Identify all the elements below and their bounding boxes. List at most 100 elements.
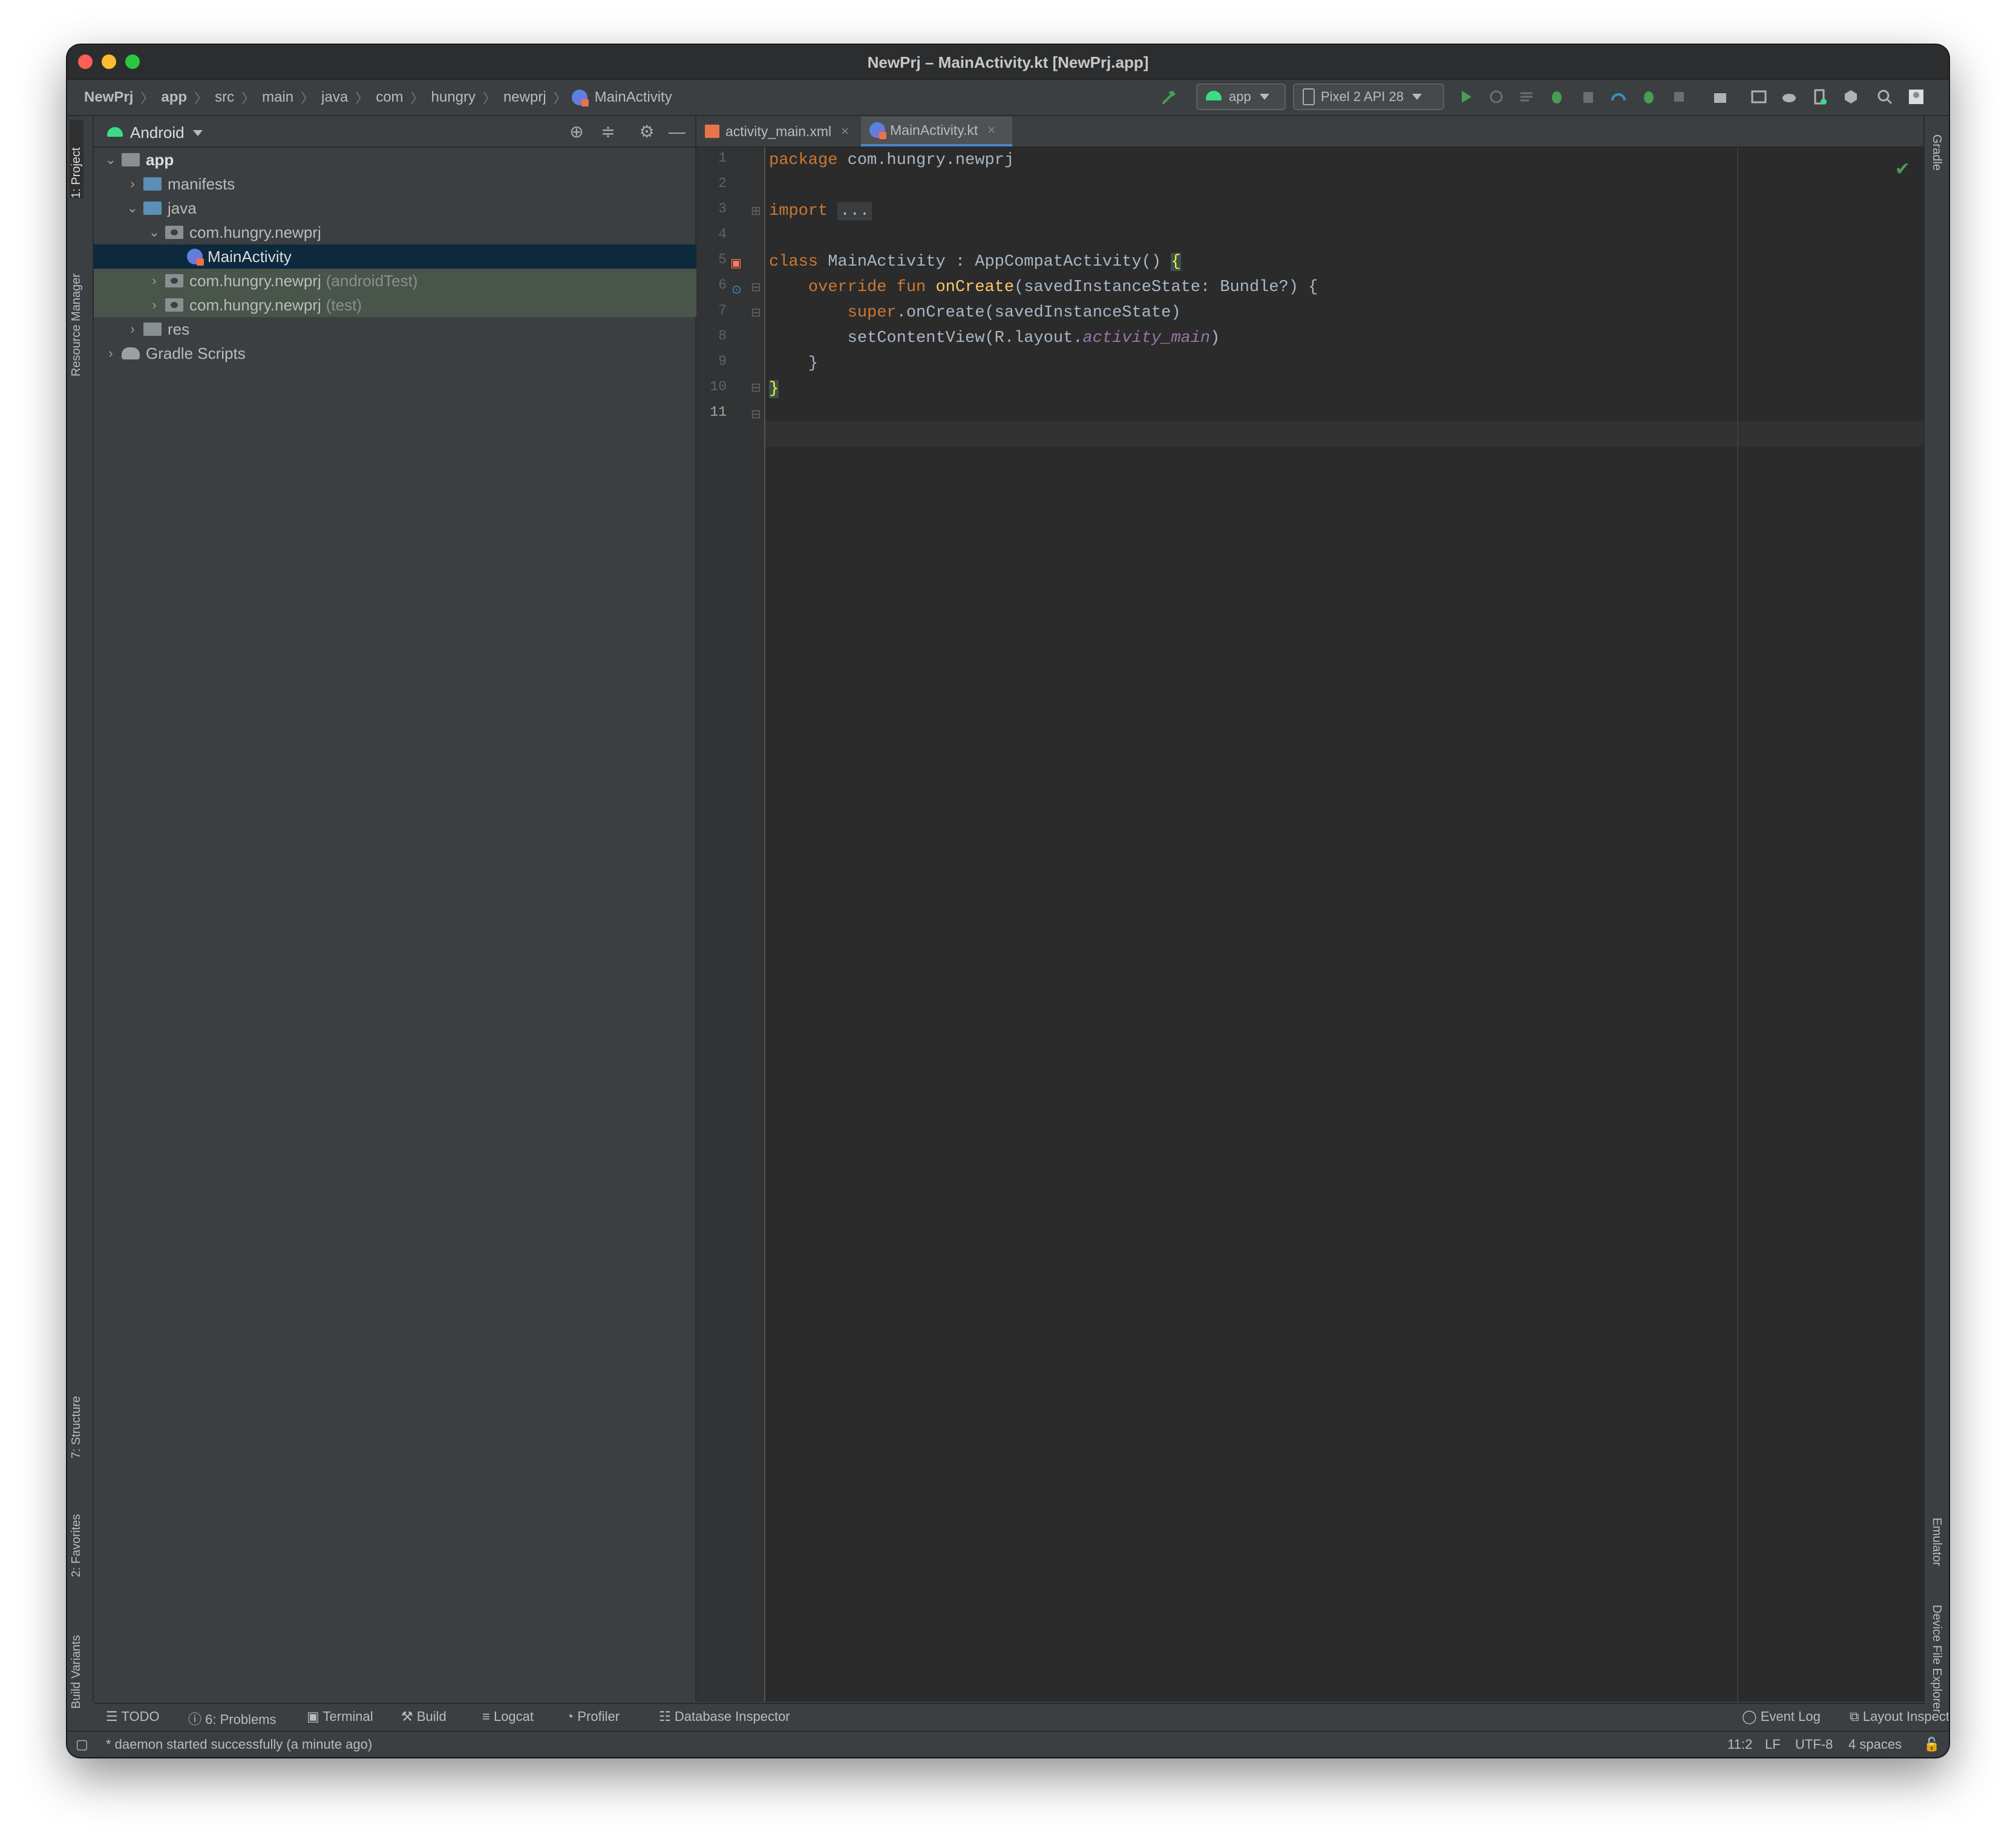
- tree-node-app[interactable]: ⌄ app: [94, 148, 705, 172]
- line-separator[interactable]: LF: [1765, 1737, 1781, 1752]
- breadcrumb-project[interactable]: NewPrj: [82, 89, 136, 106]
- build-hammer-icon[interactable]: [1161, 88, 1178, 105]
- info-icon: ⓘ: [188, 1712, 206, 1727]
- tab-mainactivity-kt[interactable]: MainActivity.kt ×: [861, 116, 1012, 146]
- chevron-down-icon: [192, 129, 203, 136]
- coverage-icon[interactable]: [1580, 88, 1597, 105]
- override-gutter-icon[interactable]: ⊙: [731, 282, 742, 297]
- fold-icon[interactable]: ⊞: [751, 203, 761, 218]
- left-tool-strip: 1: Project Resource Manager 7: Structure…: [67, 116, 94, 1709]
- tool-tab-project[interactable]: 1: Project: [70, 120, 83, 198]
- project-view-select[interactable]: Android: [107, 123, 203, 142]
- breadcrumb-java[interactable]: java: [319, 89, 350, 106]
- tree-node-res[interactable]: › res: [94, 317, 727, 341]
- breadcrumb-mainactivity[interactable]: MainActivity: [592, 89, 675, 106]
- tree-node-manifests[interactable]: › manifests: [94, 172, 727, 196]
- chevron-right-icon[interactable]: ›: [147, 297, 162, 313]
- tool-tab-build[interactable]: ⚒ Build: [401, 1709, 447, 1725]
- line-number: 2: [718, 175, 727, 191]
- apply-code-changes-icon[interactable]: [1518, 88, 1535, 105]
- sdk-manager-icon[interactable]: [1842, 88, 1859, 105]
- debug-icon[interactable]: [1548, 88, 1565, 105]
- breadcrumb-src[interactable]: src: [212, 89, 237, 106]
- close-icon[interactable]: ×: [841, 123, 849, 139]
- device-select[interactable]: Pixel 2 API 28: [1293, 84, 1444, 110]
- profile-icon[interactable]: [1610, 88, 1627, 105]
- tree-node-package-main[interactable]: ⌄ com.hungry.newprj: [94, 220, 748, 244]
- code-editor[interactable]: 1 2 3 4 5 6 7 8 9 10 11 ▣ ⊙ ⊞ ⊟ ⊟ ⊟ ⊟ pa…: [696, 148, 1949, 1702]
- collapse-all-icon[interactable]: ≑: [600, 123, 617, 140]
- fold-icon[interactable]: ⊟: [751, 280, 761, 295]
- tool-tab-layout-inspector[interactable]: ⧉ Layout Inspector: [1850, 1709, 1949, 1725]
- tool-tab-build-variants[interactable]: Build Variants: [70, 1635, 83, 1709]
- layout-editor-icon[interactable]: [1750, 88, 1767, 105]
- code-line: }: [769, 380, 779, 398]
- breadcrumb-main[interactable]: main: [260, 89, 296, 106]
- chevron-right-icon[interactable]: ›: [147, 273, 162, 289]
- tool-tab-emulator[interactable]: Emulator: [1929, 1518, 1943, 1566]
- sync-gradle-icon[interactable]: [1781, 88, 1798, 105]
- search-icon[interactable]: [1876, 88, 1893, 105]
- breadcrumb-com[interactable]: com: [373, 89, 405, 106]
- kotlin-class-icon: [187, 249, 204, 266]
- tool-tab-resource-manager[interactable]: Resource Manager: [70, 274, 83, 376]
- chevron-right-icon[interactable]: ›: [103, 346, 118, 361]
- breadcrumb-module[interactable]: app: [159, 89, 189, 106]
- tool-tab-gradle[interactable]: Gradle: [1929, 134, 1943, 171]
- lock-icon[interactable]: 🔓: [1923, 1737, 1940, 1752]
- navigation-toolbar: NewPrj 〉 app 〉 src 〉 main 〉 java 〉 com 〉 hungr…: [67, 80, 1949, 116]
- tool-tab-logcat[interactable]: ≡ Logcat: [482, 1709, 534, 1725]
- folded-imports[interactable]: ...: [837, 202, 872, 220]
- tool-tab-database-inspector[interactable]: ☷ Database Inspector: [659, 1709, 790, 1725]
- tree-node-java[interactable]: ⌄ java: [94, 196, 727, 220]
- no-problems-check-icon[interactable]: ✔: [1895, 159, 1910, 180]
- status-message[interactable]: * daemon started successfully (a minute …: [106, 1737, 372, 1752]
- locate-file-icon[interactable]: ⊕: [568, 123, 585, 140]
- account-icon[interactable]: [1908, 88, 1925, 105]
- tool-tab-favorites[interactable]: 2: Favorites: [70, 1514, 83, 1577]
- terminal-icon: ▣: [307, 1709, 323, 1724]
- fold-icon[interactable]: ⊟: [751, 305, 761, 320]
- fold-icon[interactable]: ⊟: [751, 380, 761, 395]
- fold-icon[interactable]: ⊟: [751, 407, 761, 422]
- hide-panel-icon[interactable]: —: [669, 123, 686, 140]
- chevron-down-icon[interactable]: ⌄: [125, 200, 140, 216]
- chevron-down-icon[interactable]: ⌄: [147, 224, 162, 240]
- tree-node-package-androidtest[interactable]: › com.hungry.newprj (androidTest): [94, 269, 748, 293]
- tree-node-gradle-scripts[interactable]: › Gradle Scripts: [94, 341, 705, 365]
- run-config-select[interactable]: app: [1196, 84, 1286, 110]
- tool-tab-device-file-explorer[interactable]: Device File Explorer: [1929, 1605, 1943, 1713]
- title-bar: NewPrj – MainActivity.kt [NewPrj.app]: [67, 45, 1949, 80]
- tool-tab-terminal[interactable]: ▣ Terminal: [307, 1709, 373, 1725]
- chevron-down-icon[interactable]: ⌄: [103, 152, 118, 168]
- layout-inspector-icon: ⧉: [1850, 1709, 1863, 1724]
- code-line: class MainActivity : AppCompatActivity()…: [769, 253, 1181, 271]
- indent-setting[interactable]: 4 spaces: [1848, 1737, 1902, 1752]
- tool-tab-problems[interactable]: ⓘ 6: Problems: [188, 1709, 277, 1728]
- chevron-right-icon[interactable]: ›: [125, 321, 140, 337]
- apply-changes-icon[interactable]: [1488, 88, 1505, 105]
- line-number: 1: [718, 150, 727, 166]
- tab-activity-main-xml[interactable]: activity_main.xml ×: [696, 116, 860, 146]
- breadcrumb-newprj[interactable]: newprj: [501, 89, 549, 106]
- tool-tab-todo[interactable]: ☰ TODO: [106, 1709, 160, 1725]
- tool-tab-structure[interactable]: 7: Structure: [70, 1396, 83, 1458]
- tree-node-mainactivity[interactable]: MainActivity: [94, 244, 788, 269]
- attach-debugger-icon[interactable]: [1640, 88, 1657, 105]
- breadcrumb-hungry[interactable]: hungry: [429, 89, 478, 106]
- stop-icon[interactable]: [1671, 88, 1687, 105]
- tool-tab-profiler[interactable]: ◔ Profiler: [566, 1709, 620, 1725]
- toggle-tool-windows-icon[interactable]: ▢: [76, 1737, 88, 1752]
- avd-manager-icon[interactable]: [1811, 88, 1828, 105]
- class-gutter-icon[interactable]: ▣: [730, 255, 742, 270]
- tree-node-package-test[interactable]: › com.hungry.newprj (test): [94, 293, 748, 317]
- run-icon[interactable]: [1458, 88, 1474, 105]
- close-icon[interactable]: ×: [987, 122, 995, 138]
- tool-tab-event-log[interactable]: ◯ Event Log: [1742, 1709, 1821, 1725]
- chevron-right-icon[interactable]: ›: [125, 176, 140, 192]
- gear-icon[interactable]: ⚙: [638, 123, 655, 140]
- project-structure-icon[interactable]: [1712, 88, 1729, 105]
- file-encoding[interactable]: UTF-8: [1795, 1737, 1833, 1752]
- bottom-tool-bar: ☰ TODO ⓘ 6: Problems ▣ Terminal ⚒ Build …: [94, 1703, 1949, 1731]
- caret-position[interactable]: 11:2: [1727, 1737, 1752, 1752]
